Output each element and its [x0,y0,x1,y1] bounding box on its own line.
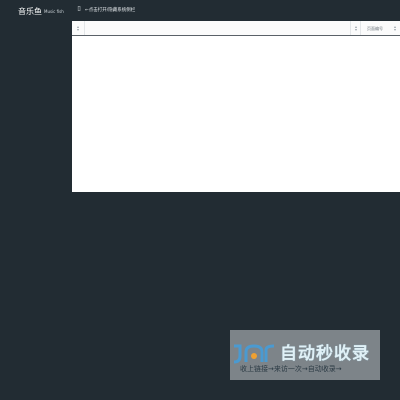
watermark-logo-icon [233,344,275,364]
table-header: ▴ ▾ ▴ ▾ 页面编号 ▴ ▾ [72,21,400,36]
column-label: 页面编号 [367,26,383,31]
watermark-subtitle: 收上链接→来访一次→自动收录→ [240,365,342,373]
brand-name: 音乐鱼 [18,7,42,16]
sort-icon[interactable]: ▴ ▾ [76,25,80,32]
page-number-column-header[interactable]: 页面编号 ▴ ▾ [360,21,400,35]
watermark: 自动秒收录 收上链接→来访一次→自动收录→ [230,330,380,380]
select-column-header[interactable]: ▴ ▾ [72,21,85,35]
app-page: 音乐鱼 Music fish ▯ ←点击打开/隐藏系统侧栏 ▴ ▾ ▴ ▾ 页面编号 … [0,0,400,400]
sidebar-toggle-hint: ←点击打开/隐藏系统侧栏 [85,8,136,13]
brand: 音乐鱼 Music fish [18,6,64,17]
brand-subtitle: Music fish [44,9,64,14]
menu-toggle-icon[interactable]: ▯ [76,6,82,12]
content-panel: ▴ ▾ ▴ ▾ 页面编号 ▴ ▾ [72,21,400,192]
watermark-title: 自动秒收录 [280,344,370,364]
sort-icon[interactable]: ▴ ▾ [354,25,358,32]
sort-icon[interactable]: ▴ ▾ [393,25,397,32]
